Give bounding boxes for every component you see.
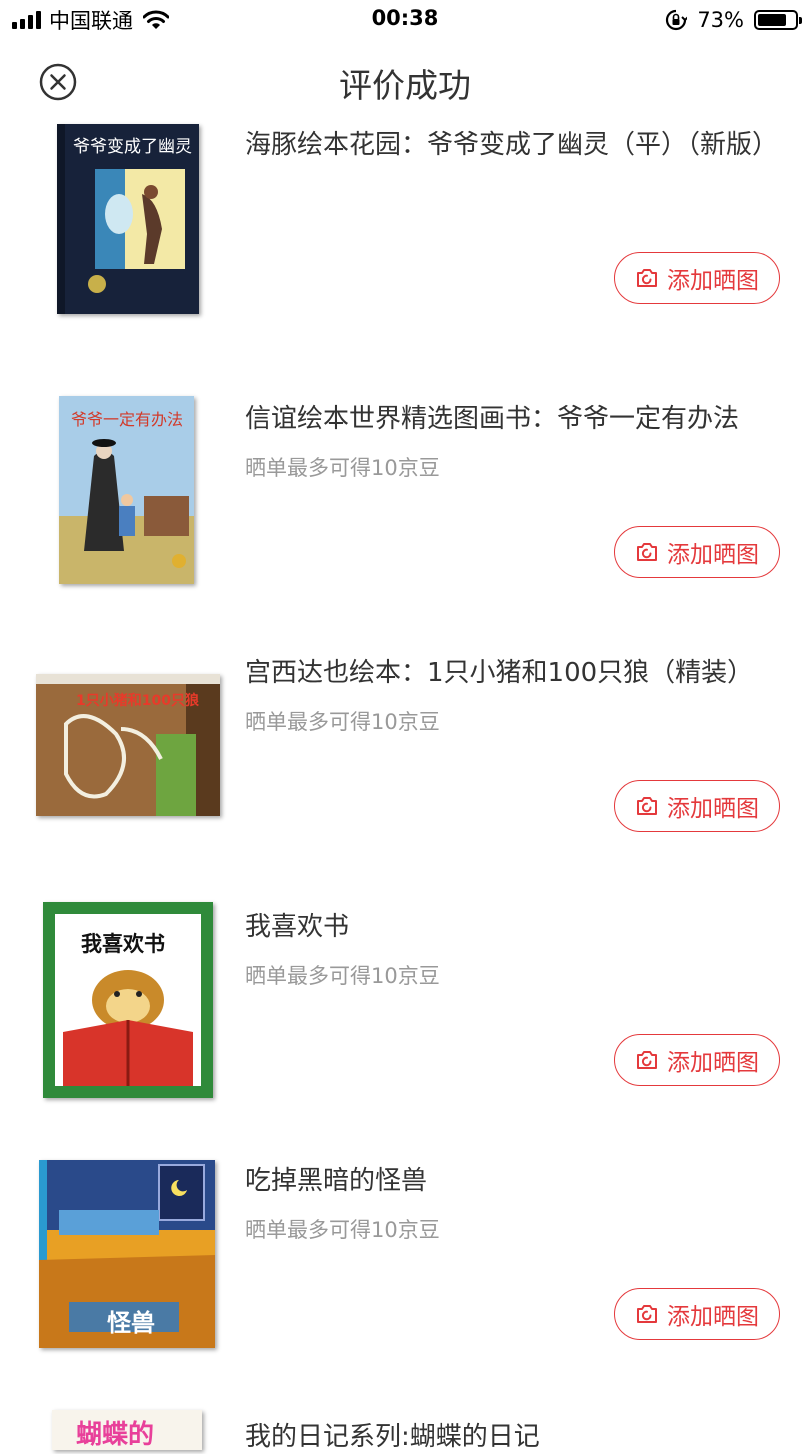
book-title: 我的日记系列:蝴蝶的日记 <box>245 1422 540 1452</box>
reward-hint: 晒单最多可得10京豆 <box>245 456 440 480</box>
add-photo-button[interactable]: 添加晒图 <box>614 252 780 304</box>
add-photo-label: 添加晒图 <box>667 542 759 568</box>
cover-title: 爷爷变成了幽灵 <box>73 137 192 157</box>
book-title: 宫西达也绘本：1只小猪和100只狼（精装） <box>245 658 754 688</box>
battery-percent: 73% <box>697 8 744 32</box>
cover-title: 爷爷一定有办法 <box>71 410 184 429</box>
page-title: 评价成功 <box>339 66 471 105</box>
header: 评价成功 <box>0 45 810 120</box>
list-item: 1只小猪和100只狼 宫西达也绘本：1只小猪和100只狼（精装） 晒单最多可得1… <box>0 656 810 910</box>
camera-icon <box>637 1305 657 1323</box>
camera-icon <box>637 543 657 561</box>
reward-hint: 晒单最多可得10京豆 <box>245 710 440 734</box>
add-photo-label: 添加晒图 <box>667 1304 759 1330</box>
add-photo-button[interactable]: 添加晒图 <box>614 526 780 578</box>
book-cover[interactable]: 怪兽 <box>39 1160 215 1348</box>
add-photo-button[interactable]: 添加晒图 <box>614 780 780 832</box>
list-item: 怪兽 吃掉黑暗的怪兽 晒单最多可得10京豆 添加晒图 <box>0 1160 810 1418</box>
camera-icon <box>637 1051 657 1069</box>
book-title: 海豚绘本花园：爷爷变成了幽灵（平）（新版） <box>245 130 779 160</box>
add-photo-label: 添加晒图 <box>667 1050 759 1076</box>
cover-title: 蝴蝶的 <box>76 1420 155 1450</box>
add-photo-button[interactable]: 添加晒图 <box>614 1288 780 1340</box>
list-item: 我喜欢书 我喜欢书 晒单最多可得10京豆 添加晒图 <box>0 902 810 1164</box>
add-photo-button[interactable]: 添加晒图 <box>614 1034 780 1086</box>
book-title: 吃掉黑暗的怪兽 <box>245 1166 428 1196</box>
book-title: 信谊绘本世界精选图画书：爷爷一定有办法 <box>245 404 740 434</box>
add-photo-label: 添加晒图 <box>667 268 759 294</box>
cover-title: 1只小猪和100只狼 <box>76 693 199 709</box>
reward-hint: 晒单最多可得10京豆 <box>245 964 440 988</box>
list-item: 爷爷一定有办法 信谊绘本世界精选图画书：爷爷一定有办法 晒单最多可得10京豆 添… <box>0 396 810 656</box>
battery-icon <box>754 10 802 30</box>
add-photo-label: 添加晒图 <box>667 796 759 822</box>
book-cover[interactable]: 1只小猪和100只狼 <box>36 674 220 816</box>
list-item: 蝴蝶的 我的日记系列:蝴蝶的日记 <box>0 1410 810 1452</box>
camera-icon <box>637 269 657 287</box>
book-cover[interactable]: 爷爷一定有办法 <box>59 396 194 584</box>
cover-title: 怪兽 <box>107 1309 155 1337</box>
book-title: 我喜欢书 <box>245 912 350 942</box>
reward-hint: 晒单最多可得10京豆 <box>245 1218 440 1242</box>
camera-icon <box>637 797 657 815</box>
list-item: 爷爷变成了幽灵 海豚绘本花园：爷爷变成了幽灵（平）（新版） 添加晒图 <box>0 124 810 382</box>
book-cover[interactable]: 蝴蝶的 <box>52 1410 202 1450</box>
cover-title: 我喜欢书 <box>81 932 165 956</box>
orientation-lock-icon <box>666 9 688 31</box>
book-cover[interactable]: 爷爷变成了幽灵 <box>57 124 199 314</box>
book-cover[interactable]: 我喜欢书 <box>43 902 213 1098</box>
status-bar: 中国联通 00:38 73% <box>0 0 810 40</box>
